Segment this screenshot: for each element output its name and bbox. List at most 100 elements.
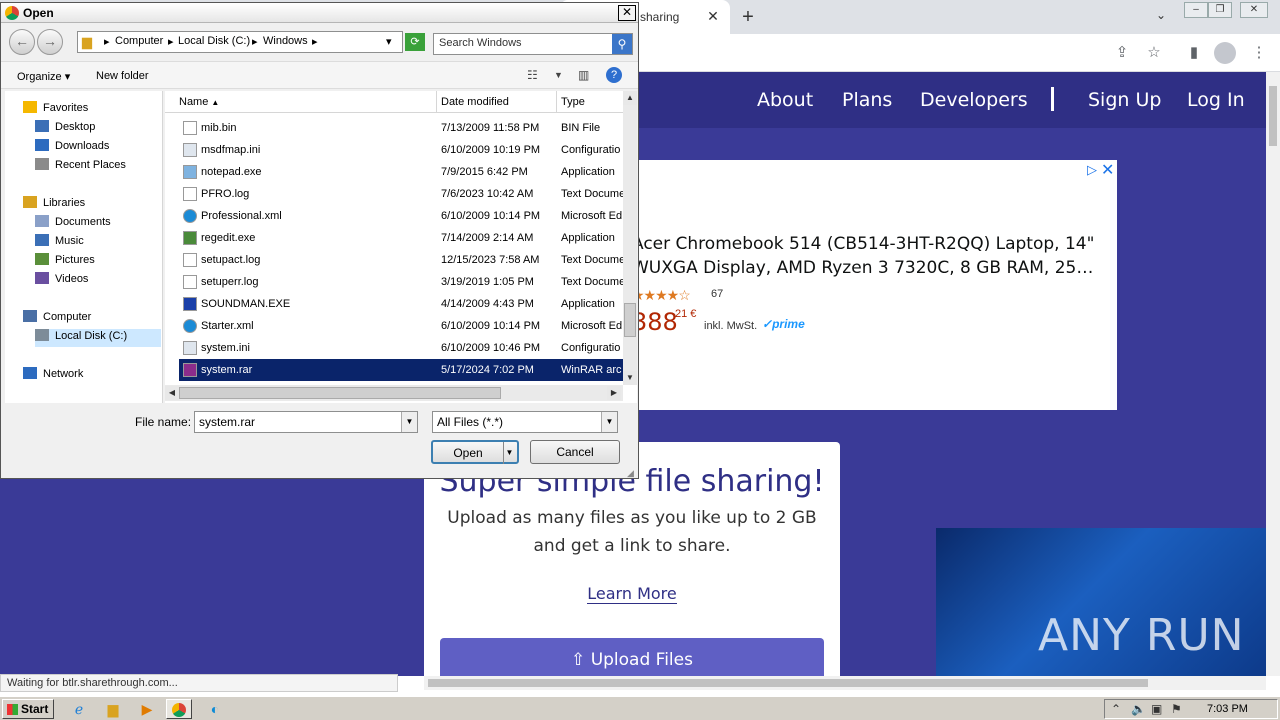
nav-developers[interactable]: Developers bbox=[920, 89, 1028, 111]
tray-expand-icon[interactable]: ⌃ bbox=[1111, 702, 1121, 716]
nav-pane-item[interactable]: Network bbox=[23, 367, 143, 385]
adchoices-icon[interactable]: ▷ bbox=[1087, 162, 1097, 178]
file-row[interactable]: PFRO.log 7/6/2023 10:42 AM Text Docume bbox=[179, 183, 623, 205]
nav-about[interactable]: About bbox=[757, 89, 813, 111]
back-arrow-icon[interactable]: ← bbox=[9, 29, 35, 55]
tab-close-icon[interactable]: ✕ bbox=[704, 7, 722, 25]
file-list-hscrollbar[interactable]: ◀ ▶ bbox=[165, 385, 623, 401]
new-tab-icon[interactable]: + bbox=[738, 6, 758, 28]
page-vscroll-thumb[interactable] bbox=[1269, 86, 1277, 146]
nav-pane-item[interactable]: Videos bbox=[35, 272, 155, 290]
column-type[interactable]: Type bbox=[555, 91, 623, 113]
nav-pane-item[interactable]: Music bbox=[35, 234, 155, 252]
upload-files-button[interactable]: ⇧ Upload Files bbox=[440, 638, 824, 676]
file-row[interactable]: system.ini 6/10/2009 10:46 PM Configuratio bbox=[179, 337, 623, 359]
clock[interactable]: 7:03 PM bbox=[1207, 703, 1248, 715]
window-close-icon[interactable]: ✕ bbox=[1240, 2, 1268, 18]
page-hscroll-thumb[interactable] bbox=[428, 679, 1148, 687]
scroll-right-icon[interactable]: ▶ bbox=[607, 386, 621, 400]
file-name-dropdown-icon[interactable]: ▼ bbox=[401, 412, 417, 432]
address-dropdown-icon[interactable]: ▾ bbox=[386, 35, 392, 48]
file-type-filter[interactable]: All Files (*.*) ▼ bbox=[432, 411, 618, 433]
nav-pane-item[interactable]: Pictures bbox=[35, 253, 155, 271]
scroll-up-icon[interactable]: ▲ bbox=[623, 91, 637, 105]
minimize-icon[interactable]: – bbox=[1184, 2, 1208, 18]
open-button[interactable]: Open ▼ bbox=[431, 440, 519, 464]
chrome-taskbar-icon[interactable] bbox=[166, 699, 192, 719]
nav-pane-item[interactable]: Documents bbox=[35, 215, 155, 233]
side-panel-icon[interactable]: ▮ bbox=[1184, 43, 1204, 63]
open-split-arrow-icon[interactable]: ▼ bbox=[503, 442, 515, 464]
network-tray-icon[interactable]: ▣ bbox=[1151, 702, 1162, 716]
share-icon[interactable]: ⇪ bbox=[1112, 43, 1132, 63]
file-row[interactable]: msdfmap.ini 6/10/2009 10:19 PM Configurati… bbox=[179, 139, 623, 161]
file-row[interactable]: notepad.exe 7/9/2015 6:42 PM Application bbox=[179, 161, 623, 183]
scroll-left-icon[interactable]: ◀ bbox=[165, 386, 179, 400]
cancel-button[interactable]: Cancel bbox=[530, 440, 620, 464]
dialog-titlebar[interactable]: Open ✕ bbox=[1, 3, 638, 23]
file-type-dropdown-icon[interactable]: ▼ bbox=[601, 412, 617, 432]
nav-pane-item[interactable]: Libraries bbox=[23, 196, 143, 214]
action-center-flag-icon[interactable]: ⚑ bbox=[1171, 702, 1182, 716]
resize-grip-icon[interactable]: ◢ bbox=[627, 468, 637, 478]
column-date-modified[interactable]: Date modified bbox=[435, 91, 557, 113]
maximize-icon[interactable]: ❐ bbox=[1208, 2, 1232, 18]
breadcrumb-computer[interactable]: Computer bbox=[115, 35, 163, 47]
file-row[interactable]: regedit.exe 7/14/2009 2:14 AM Application bbox=[179, 227, 623, 249]
ad-banner[interactable]: ▷ ✕ Acer Chromebook 514 (CB514-3HT-R2QQ)… bbox=[560, 160, 1117, 410]
breadcrumb-local-disk[interactable]: Local Disk (C:) bbox=[178, 35, 250, 47]
search-input[interactable]: Search Windows ⚲ bbox=[433, 33, 633, 55]
nav-pane-item[interactable]: Recent Places bbox=[35, 158, 155, 176]
view-options-icon[interactable]: ☷ bbox=[527, 68, 538, 82]
forward-arrow-icon[interactable]: → bbox=[37, 29, 63, 55]
ad-close-icon[interactable]: ✕ bbox=[1101, 160, 1114, 180]
dialog-close-icon[interactable]: ✕ bbox=[618, 5, 636, 21]
file-list-vscrollbar[interactable]: ▲ ▼ bbox=[623, 91, 637, 385]
menu-kebab-icon[interactable]: ⋮ bbox=[1249, 43, 1269, 63]
page-horizontal-scrollbar[interactable] bbox=[424, 676, 1266, 690]
refresh-icon[interactable]: ⟳ bbox=[405, 33, 425, 51]
file-row[interactable]: mib.bin 7/13/2009 11:58 PM BIN File bbox=[179, 117, 623, 139]
new-folder-button[interactable]: New folder bbox=[96, 70, 149, 82]
file-list-hscroll-thumb[interactable] bbox=[179, 387, 501, 399]
file-row[interactable]: system.rar 5/17/2024 7:02 PM WinRAR arc bbox=[179, 359, 623, 381]
tab-search-icon[interactable]: ⌄ bbox=[1152, 8, 1170, 26]
ie-icon[interactable]: ℯ bbox=[66, 699, 92, 719]
preview-pane-icon[interactable]: ▥ bbox=[578, 68, 589, 82]
file-name-input[interactable]: system.rar ▼ bbox=[194, 411, 418, 433]
file-row[interactable]: setuperr.log 3/19/2019 1:05 PM Text Docume bbox=[179, 271, 623, 293]
bookmark-star-icon[interactable]: ☆ bbox=[1144, 43, 1164, 63]
nav-plans[interactable]: Plans bbox=[842, 89, 892, 111]
view-dropdown-icon[interactable]: ▼ bbox=[554, 70, 563, 80]
breadcrumb-windows[interactable]: Windows bbox=[263, 35, 308, 47]
page-vertical-scrollbar[interactable] bbox=[1266, 72, 1280, 676]
nav-sign-up[interactable]: Sign Up bbox=[1088, 89, 1161, 111]
file-type: Microsoft Ed bbox=[561, 320, 623, 332]
edge-icon[interactable]: ◐ bbox=[202, 699, 228, 719]
file-list-vscroll-thumb[interactable] bbox=[624, 303, 636, 337]
nav-pane-item[interactable]: Desktop bbox=[35, 120, 155, 138]
media-player-icon[interactable]: ▶ bbox=[134, 699, 160, 719]
explorer-icon[interactable]: ▆ bbox=[100, 699, 126, 719]
organize-button[interactable]: Organize ▾ bbox=[17, 70, 70, 83]
column-name[interactable]: Name ▲ bbox=[173, 91, 437, 113]
nav-pane-item[interactable]: Local Disk (C:) bbox=[35, 329, 161, 347]
file-type-value: All Files (*.*) bbox=[437, 415, 504, 429]
help-icon[interactable]: ? bbox=[606, 67, 622, 83]
nav-pane-item[interactable]: Downloads bbox=[35, 139, 155, 157]
profile-avatar[interactable] bbox=[1214, 42, 1236, 64]
learn-more-link[interactable]: Learn More bbox=[587, 584, 677, 604]
file-row[interactable]: Professional.xml 6/10/2009 10:14 PM Micros… bbox=[179, 205, 623, 227]
nav-log-in[interactable]: Log In bbox=[1187, 89, 1245, 111]
file-row[interactable]: Starter.xml 6/10/2009 10:14 PM Microsoft E… bbox=[179, 315, 623, 337]
ad-product-title[interactable]: Acer Chromebook 514 (CB514-3HT-R2QQ) Lap… bbox=[632, 232, 1102, 280]
start-button[interactable]: Start bbox=[2, 699, 54, 719]
nav-pane-item[interactable]: Computer bbox=[23, 310, 143, 328]
file-row[interactable]: setupact.log 12/15/2023 7:58 AM Text Docum… bbox=[179, 249, 623, 271]
scroll-down-icon[interactable]: ▼ bbox=[623, 371, 637, 385]
nav-pane-item[interactable]: Favorites bbox=[23, 101, 143, 119]
volume-icon[interactable]: 🔈 bbox=[1131, 702, 1146, 716]
file-row[interactable]: SOUNDMAN.EXE 4/14/2009 4:43 PM Application bbox=[179, 293, 623, 315]
search-icon[interactable]: ⚲ bbox=[612, 34, 632, 54]
address-bar[interactable]: ▆ ▸ Computer ▸ Local Disk (C:) ▸ Windows… bbox=[77, 31, 403, 53]
